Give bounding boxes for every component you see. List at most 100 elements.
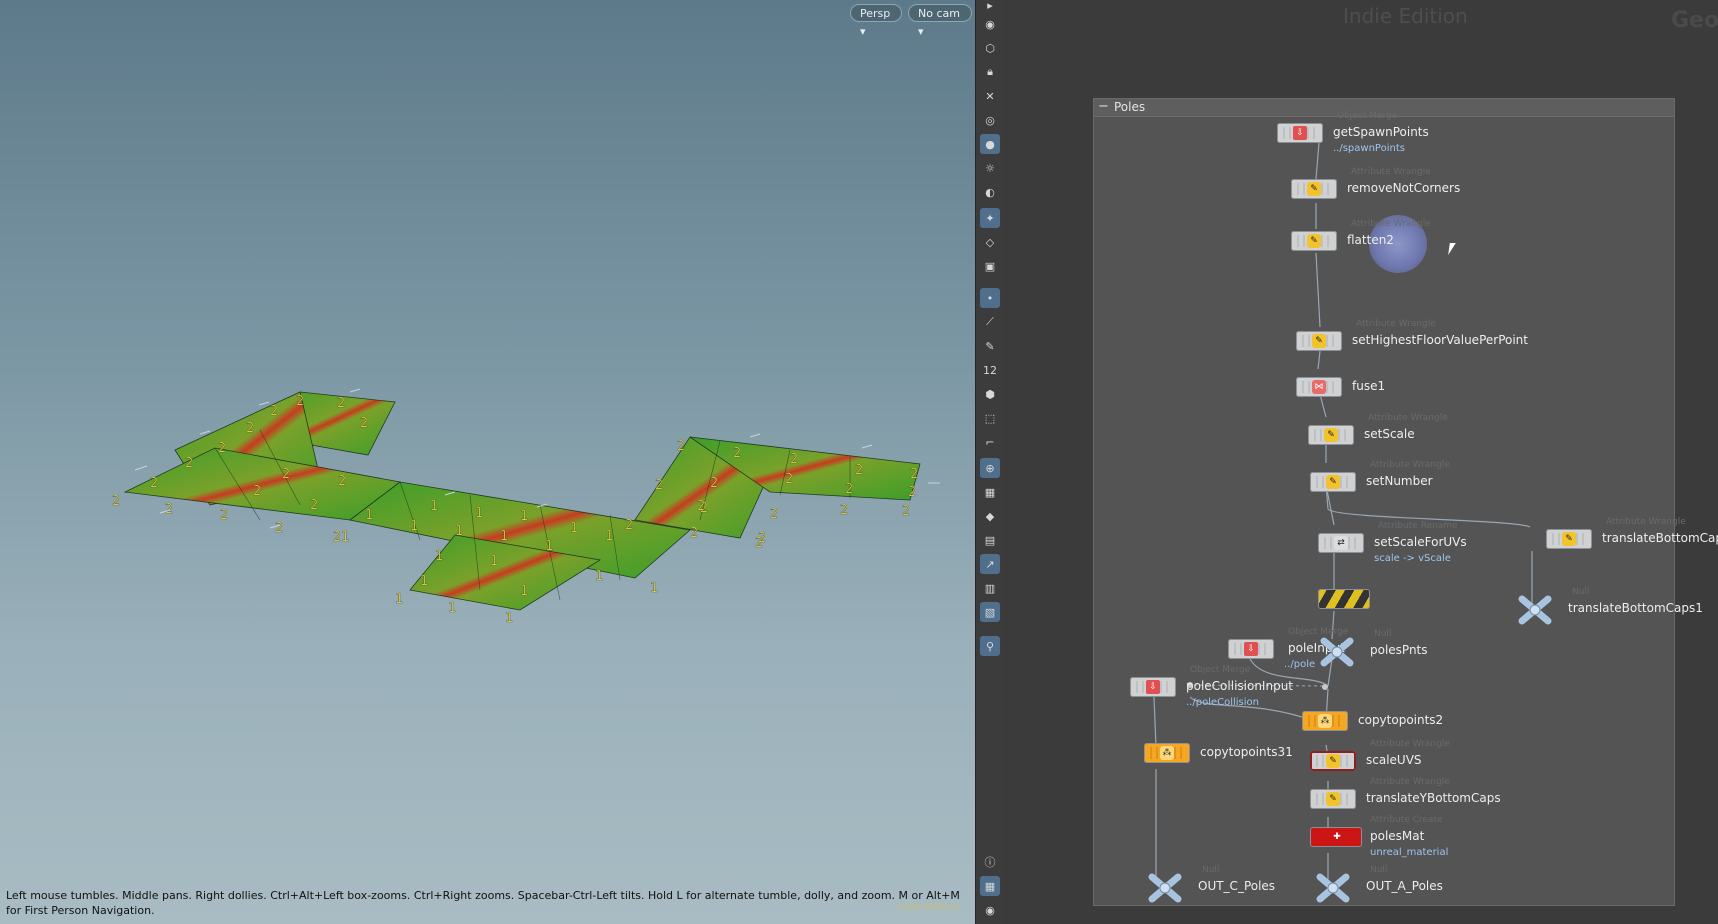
number-icon[interactable]: 12: [980, 360, 1000, 380]
node-name-label: polesMat: [1370, 829, 1425, 843]
object-merge-icon: ⇩: [1146, 680, 1160, 694]
lock-icon[interactable]: 🔒︎: [980, 62, 1000, 82]
toolbar-top-arrow-icon[interactable]: ▸: [980, 0, 1000, 12]
viewport-hint: Left mouse tumbles. Middle pans. Right d…: [6, 889, 960, 917]
node-type-label: Attribute Wrangle: [1606, 517, 1686, 527]
object-merge-icon: ⇩: [1244, 642, 1258, 656]
edition-watermark: Indie Edition: [1343, 4, 1468, 28]
camera2-icon[interactable]: ◉: [980, 900, 1000, 920]
light-icon[interactable]: ●: [980, 134, 1000, 154]
vertex-label: 2: [733, 446, 741, 461]
persp-label: Persp: [860, 7, 891, 20]
network-editor[interactable]: Indie Edition Geom − Poles: [1003, 0, 1718, 924]
camera-icon[interactable]: ◐: [980, 182, 1000, 202]
scene-viewport[interactable]: 2 2 2 2 2 2 2 2 2 2 2 2 2 2 2 2 2 1 1 1 1…: [0, 0, 975, 924]
pen-icon[interactable]: ✎: [980, 336, 1000, 356]
uv-icon[interactable]: ▤: [980, 530, 1000, 550]
pivot-icon[interactable]: ⊕: [980, 458, 1000, 478]
vertex-label: 2: [310, 498, 318, 513]
wrangle-icon: ✎: [1324, 428, 1338, 442]
node-name-label: translateBottomCaps1: [1568, 601, 1703, 615]
camera-label: No cam: [918, 7, 960, 20]
node-name-label: flatten2: [1347, 233, 1394, 247]
grid-icon[interactable]: ▥: [980, 578, 1000, 598]
select-group-icon[interactable]: ⬚: [980, 408, 1000, 428]
vertex-label: 1: [475, 506, 483, 521]
node-type-label: Object Merge: [1288, 627, 1349, 637]
vertex-label: 2: [282, 467, 290, 482]
node-type-label: Attribute Wrangle: [1370, 777, 1450, 787]
scale-icon[interactable]: ▣: [980, 256, 1000, 276]
network-box-poles[interactable]: − Poles ⇩ Object Merge getSpawnPoints ..…: [1093, 98, 1718, 906]
brush-icon[interactable]: ⟋: [980, 312, 1000, 332]
vertex-label: 1: [420, 574, 428, 589]
vertex-label: 1: [430, 499, 438, 514]
vertex-label: 2: [710, 476, 718, 491]
wire-dot[interactable]: [1322, 684, 1328, 690]
vertex-label: 1: [448, 601, 456, 616]
node-name-label: getSpawnPoints: [1333, 125, 1429, 139]
curve-icon[interactable]: ⌐: [980, 432, 1000, 452]
bulb-icon[interactable]: ☼: [980, 158, 1000, 178]
vertex-label: 1: [650, 581, 658, 596]
node-type-label: Null: [1202, 865, 1220, 875]
node-name-label: OUT_C_Poles: [1198, 879, 1276, 893]
vertex-label: 2: [360, 416, 368, 431]
texture-icon[interactable]: ▦: [980, 482, 1000, 502]
vertex-label: 2: [910, 467, 918, 482]
vertex-label: 2: [165, 502, 173, 517]
node-type-label: Object Merge: [1337, 111, 1398, 121]
node-type-label: Attribute Rename: [1378, 521, 1458, 531]
perspective-menu-button[interactable]: Persp ▾: [850, 4, 902, 38]
node-type-label: Attribute Wrangle: [1356, 319, 1436, 329]
node-comment-label: ../poleCollision: [1186, 697, 1260, 708]
wrangle-icon: ✎: [1326, 475, 1340, 489]
vertex-label: 2: [677, 439, 685, 454]
view-icon[interactable]: ▧: [980, 602, 1000, 622]
null-x-icon: [1320, 637, 1354, 667]
node-name-label: copytopoints31: [1200, 745, 1293, 759]
select-icon[interactable]: ⬡: [980, 38, 1000, 58]
null-x-icon: [1316, 873, 1350, 903]
object-merge-icon: ⇩: [1293, 126, 1307, 140]
vertex-label: 1: [500, 529, 508, 544]
pin-icon[interactable]: ⚲: [980, 636, 1000, 656]
node-name-label: translateBottomCap: [1602, 531, 1718, 545]
rename-icon: ⇄: [1334, 536, 1348, 550]
snap-icon[interactable]: ✕: [980, 86, 1000, 106]
vertex-label: 1: [545, 539, 553, 554]
vertex-label: 2: [690, 526, 698, 541]
vertex-label: 1: [490, 554, 498, 569]
vertex-label: 1: [395, 592, 403, 607]
null-x-icon: [1148, 873, 1182, 903]
ghost-icon[interactable]: ⬢: [980, 384, 1000, 404]
eye-icon[interactable]: ◉: [980, 14, 1000, 34]
node-comment-label: ../pole: [1284, 659, 1316, 670]
vertex-label: 2: [840, 503, 848, 518]
camera-menu-button[interactable]: No cam ▾: [908, 4, 972, 38]
vertex-label: 2: [758, 531, 766, 546]
node-name-label: setHighestFloorValuePerPoint: [1352, 333, 1528, 347]
node-comment-label: ../spawnPoints: [1333, 143, 1405, 154]
node-type-label: Attribute Wrangle: [1351, 219, 1431, 229]
vertex-label: 2: [275, 521, 283, 536]
point-icon[interactable]: •: [980, 288, 1000, 308]
vertex-label: 2: [338, 474, 346, 489]
render-icon[interactable]: ✦: [980, 208, 1000, 228]
node-name-label: removeNotCorners: [1347, 181, 1461, 195]
handle-icon[interactable]: ↗: [980, 554, 1000, 574]
node-name-label: translateYBottomCaps: [1366, 791, 1501, 805]
info-icon[interactable]: ⓘ: [980, 852, 1000, 872]
pane-icon[interactable]: ▦: [980, 876, 1000, 896]
vertex-label: 2: [253, 484, 261, 499]
node-icon[interactable]: [1318, 589, 1370, 609]
display-icon[interactable]: ◎: [980, 110, 1000, 130]
vertex-label: 2: [908, 485, 916, 500]
vertex-label: 2: [625, 518, 633, 533]
node-name-label: scaleUVS: [1366, 753, 1422, 767]
wire-icon[interactable]: ◇: [980, 232, 1000, 252]
vertex-label: 2: [902, 504, 910, 519]
shading-icon[interactable]: ◆: [980, 506, 1000, 526]
vertex-label: 2: [790, 452, 798, 467]
vertex-label: 2: [785, 472, 793, 487]
